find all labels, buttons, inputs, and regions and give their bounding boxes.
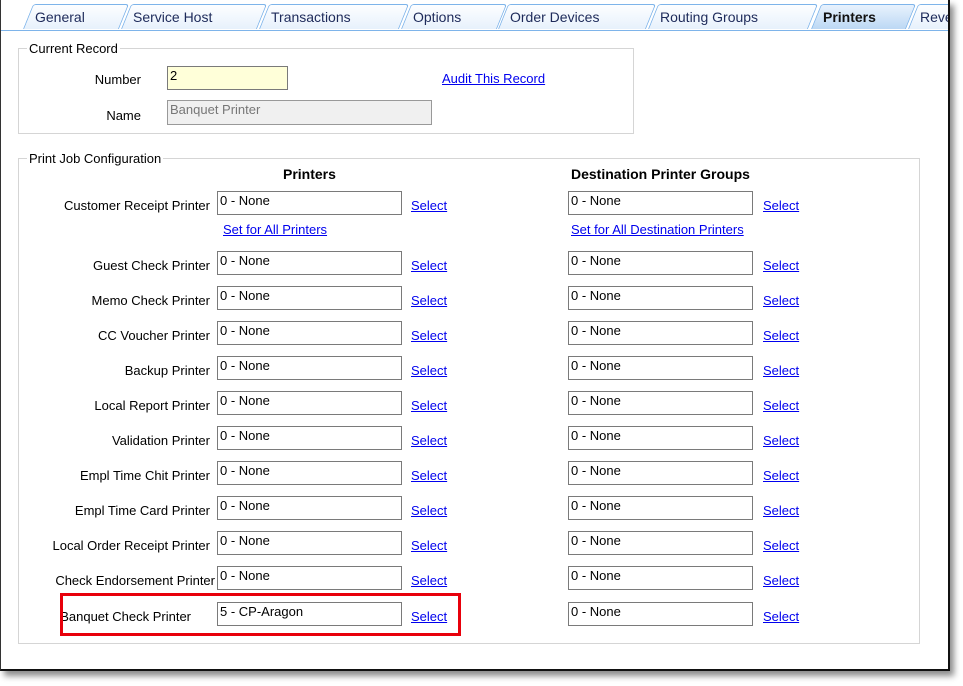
- destination-select-link[interactable]: Select: [763, 328, 799, 343]
- row-label: CC Voucher Printer: [98, 328, 210, 343]
- window: General Service Host Transactions Options Or…: [0, 0, 950, 671]
- tab-options[interactable]: Options: [401, 4, 508, 29]
- destination-select-link[interactable]: Select: [763, 198, 799, 213]
- tab-reve[interactable]: Reve: [908, 4, 948, 29]
- audit-this-record-link[interactable]: Audit This Record: [442, 71, 545, 86]
- printer-select-link[interactable]: Select: [411, 258, 447, 273]
- tab-routing-groups[interactable]: Routing Groups: [648, 4, 819, 29]
- printers-header: Printers: [283, 166, 336, 182]
- printer-select-link[interactable]: Select: [411, 468, 447, 483]
- tab-transactions[interactable]: Transactions: [259, 4, 410, 29]
- row-label: Guest Check Printer: [92, 258, 210, 273]
- tab-label: Printers: [823, 9, 876, 25]
- tab-printers[interactable]: Printers: [811, 4, 917, 29]
- number-field[interactable]: 2: [167, 66, 288, 90]
- printer-field[interactable]: 0 - None: [217, 356, 402, 380]
- printer-select-link[interactable]: Select: [411, 293, 447, 308]
- set-for-all-destination-printers-link[interactable]: Set for All Destination Printers: [571, 222, 744, 237]
- current-record-legend: Current Record: [29, 41, 118, 56]
- tab-label: Reve: [920, 9, 948, 25]
- tab-general[interactable]: General: [23, 4, 130, 29]
- destination-field[interactable]: 0 - None: [568, 531, 753, 555]
- row-label: Check Endorsement Printer: [55, 573, 215, 588]
- destination-select-link[interactable]: Select: [763, 363, 799, 378]
- name-label: Name: [106, 108, 141, 123]
- destination-field[interactable]: 0 - None: [568, 391, 753, 415]
- destination-select-link[interactable]: Select: [763, 538, 799, 553]
- printer-field[interactable]: 0 - None: [217, 496, 402, 520]
- highlight-box: [60, 593, 461, 636]
- destination-select-link[interactable]: Select: [763, 293, 799, 308]
- set-for-all-printers-link[interactable]: Set for All Printers: [223, 222, 327, 237]
- tab-label: General: [35, 9, 85, 25]
- destination-field[interactable]: 0 - None: [568, 602, 753, 626]
- destination-field[interactable]: 0 - None: [568, 191, 753, 215]
- destination-select-link[interactable]: Select: [763, 398, 799, 413]
- row-label: Customer Receipt Printer: [64, 198, 210, 213]
- tab-label: Transactions: [271, 9, 351, 25]
- destination-field[interactable]: 0 - None: [568, 426, 753, 450]
- printer-select-link[interactable]: Select: [411, 538, 447, 553]
- destination-printer-groups-header: Destination Printer Groups: [571, 166, 750, 182]
- destination-field[interactable]: 0 - None: [568, 251, 753, 275]
- tab-strip: General Service Host Transactions Options Or…: [1, 0, 948, 31]
- tab-order-devices[interactable]: Order Devices: [498, 4, 657, 29]
- row-label: Local Order Receipt Printer: [52, 538, 210, 553]
- printer-field[interactable]: 0 - None: [217, 531, 402, 555]
- printer-field[interactable]: 0 - None: [217, 286, 402, 310]
- destination-select-link[interactable]: Select: [763, 433, 799, 448]
- printer-field[interactable]: 0 - None: [217, 321, 402, 345]
- printer-field[interactable]: 0 - None: [217, 251, 402, 275]
- destination-field[interactable]: 0 - None: [568, 566, 753, 590]
- printer-field[interactable]: 0 - None: [217, 566, 402, 590]
- print-job-configuration-legend: Print Job Configuration: [29, 151, 162, 166]
- tab-service-host[interactable]: Service Host: [121, 4, 268, 29]
- printer-select-link[interactable]: Select: [411, 433, 447, 448]
- printer-select-link[interactable]: Select: [411, 573, 447, 588]
- printer-field[interactable]: 0 - None: [217, 191, 402, 215]
- tab-label: Order Devices: [510, 9, 600, 25]
- destination-field[interactable]: 0 - None: [568, 286, 753, 310]
- printer-select-link[interactable]: Select: [411, 328, 447, 343]
- name-field: Banquet Printer: [167, 100, 432, 125]
- destination-field[interactable]: 0 - None: [568, 461, 753, 485]
- tab-label: Routing Groups: [660, 9, 759, 25]
- printer-field[interactable]: 0 - None: [217, 391, 402, 415]
- printer-field[interactable]: 0 - None: [217, 461, 402, 485]
- destination-select-link[interactable]: Select: [763, 258, 799, 273]
- row-label: Empl Time Card Printer: [74, 503, 210, 518]
- destination-field[interactable]: 0 - None: [568, 321, 753, 345]
- tab-label: Service Host: [133, 9, 213, 25]
- destination-select-link[interactable]: Select: [763, 609, 799, 624]
- row-label: Local Report Printer: [94, 398, 210, 413]
- printer-select-link[interactable]: Select: [411, 503, 447, 518]
- row-label: Memo Check Printer: [91, 293, 210, 308]
- destination-select-link[interactable]: Select: [763, 468, 799, 483]
- printer-field[interactable]: 0 - None: [217, 426, 402, 450]
- printer-select-link[interactable]: Select: [411, 398, 447, 413]
- row-label: Backup Printer: [124, 363, 210, 378]
- tab-label: Options: [413, 9, 462, 25]
- destination-field[interactable]: 0 - None: [568, 496, 753, 520]
- printer-select-link[interactable]: Select: [411, 198, 447, 213]
- destination-select-link[interactable]: Select: [763, 573, 799, 588]
- destination-select-link[interactable]: Select: [763, 503, 799, 518]
- destination-field[interactable]: 0 - None: [568, 356, 753, 380]
- row-label: Empl Time Chit Printer: [79, 468, 210, 483]
- printer-select-link[interactable]: Select: [411, 363, 447, 378]
- number-label: Number: [94, 72, 141, 87]
- row-label: Validation Printer: [111, 433, 210, 448]
